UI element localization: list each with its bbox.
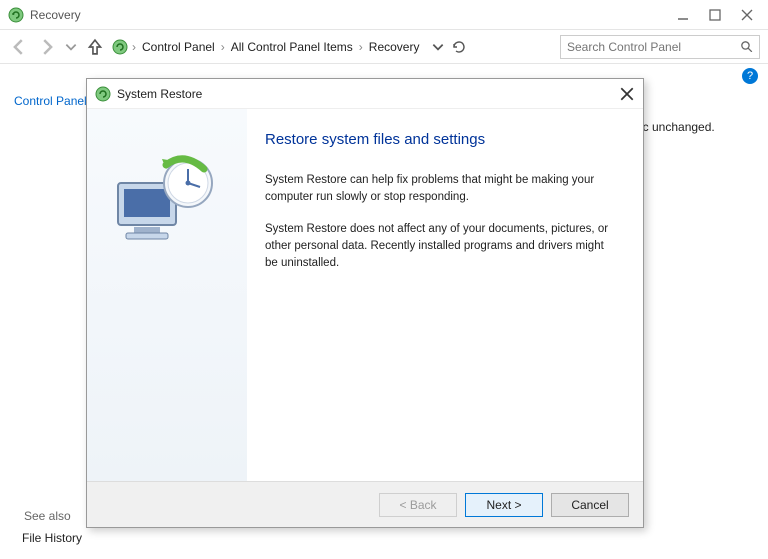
see-also-label: See also: [24, 509, 71, 523]
dialog-paragraph: System Restore can help fix problems tha…: [265, 172, 617, 205]
search-field[interactable]: [567, 40, 736, 54]
refresh-button[interactable]: [451, 39, 467, 55]
dialog-close-button[interactable]: [619, 86, 635, 102]
maximize-button[interactable]: [708, 8, 722, 22]
dialog-sidebar: [87, 109, 247, 481]
system-restore-dialog: System Restore: [86, 78, 644, 528]
breadcrumb-dropdown-icon[interactable]: [431, 40, 445, 54]
breadcrumb: › Control Panel › All Control Panel Item…: [112, 38, 548, 56]
search-icon[interactable]: [740, 40, 753, 54]
window-title: Recovery: [30, 8, 676, 22]
chevron-right-icon: ›: [359, 40, 363, 54]
back-button[interactable]: [8, 36, 30, 58]
next-button[interactable]: Next >: [465, 493, 543, 517]
forward-button[interactable]: [36, 36, 58, 58]
breadcrumb-item[interactable]: Control Panel: [140, 38, 217, 56]
navigation-bar: › Control Panel › All Control Panel Item…: [0, 30, 768, 64]
dialog-heading: Restore system files and settings: [265, 131, 617, 148]
search-input[interactable]: [560, 35, 760, 59]
help-icon[interactable]: ?: [742, 68, 758, 84]
dialog-content: Restore system files and settings System…: [247, 109, 643, 481]
background-text: ic unchanged.: [640, 120, 715, 134]
breadcrumb-item[interactable]: Recovery: [367, 38, 422, 56]
chevron-right-icon: ›: [132, 40, 136, 54]
recovery-breadcrumb-icon[interactable]: [112, 39, 128, 55]
file-history-link[interactable]: File History: [22, 531, 82, 545]
breadcrumb-item[interactable]: All Control Panel Items: [229, 38, 355, 56]
close-button[interactable]: [740, 8, 754, 22]
up-button[interactable]: [84, 36, 106, 58]
chevron-right-icon: ›: [221, 40, 225, 54]
dialog-paragraph: System Restore does not affect any of yo…: [265, 221, 617, 271]
cancel-button[interactable]: Cancel: [551, 493, 629, 517]
dialog-titlebar: System Restore: [87, 79, 643, 109]
dialog-title: System Restore: [117, 87, 619, 101]
system-restore-graphic: [112, 155, 222, 245]
back-button: < Back: [379, 493, 457, 517]
dialog-button-bar: < Back Next > Cancel: [87, 481, 643, 527]
window-titlebar: Recovery: [0, 0, 768, 30]
minimize-button[interactable]: [676, 8, 690, 22]
system-restore-icon: [95, 86, 111, 102]
recovery-icon: [8, 7, 24, 23]
history-dropdown-icon[interactable]: [64, 40, 78, 54]
